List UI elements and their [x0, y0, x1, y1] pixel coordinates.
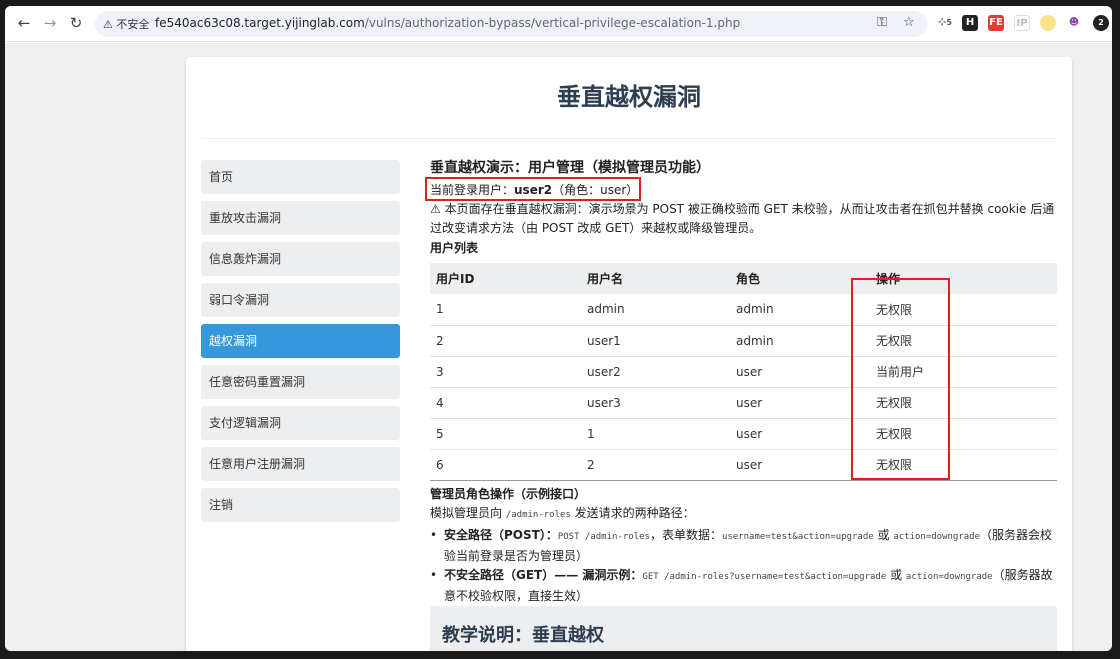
unsafe-path-item: • 不安全路径（GET）—— 漏洞示例：GET /admin-roles?user…	[430, 567, 1053, 603]
user-table: 用户ID 用户名 角色 操作 1 admin admin 无权限 2 user1 admi…	[430, 263, 1057, 481]
user-list-title: 用户列表	[430, 241, 479, 255]
highlight-current-user	[425, 177, 641, 201]
page-viewport: 垂直越权漏洞 首页 重放攻击漏洞 信息轰炸漏洞 弱口令漏洞 越权漏洞 任意密码重…	[5, 43, 1112, 651]
content-card: 垂直越权漏洞 首页 重放攻击漏洞 信息轰炸漏洞 弱口令漏洞 越权漏洞 任意密码重…	[186, 57, 1072, 651]
extension-cat-icon[interactable]: ☻	[1066, 15, 1082, 31]
extension-h-icon[interactable]: H	[962, 15, 978, 31]
back-icon[interactable]: ←	[13, 12, 35, 34]
sidebar-item-payment[interactable]: 支付逻辑漏洞	[201, 406, 400, 440]
browser-toolbar: ← → ↻ ⚠ 不安全 fe540ac63c08.target.yijingla…	[5, 6, 1112, 42]
table-row: 1 admin admin 无权限	[430, 294, 1057, 326]
insecure-indicator[interactable]: ⚠ 不安全	[103, 16, 149, 32]
extension-fe-icon[interactable]: FE	[988, 15, 1004, 31]
extension-circle-icon[interactable]	[1040, 15, 1056, 31]
extension-icon[interactable]: ⊹5	[937, 15, 953, 31]
profile-icon[interactable]: 2	[1093, 15, 1109, 31]
safe-path-item: • 安全路径（POST）：POST /admin-roles，表单数据：usern…	[430, 527, 1053, 563]
url-text[interactable]: fe540ac63c08.target.yijinglab.com/vulns/…	[155, 16, 740, 30]
main-content: 垂直越权演示：用户管理（模拟管理员功能） 当前登录用户：user2（角色：use…	[430, 157, 1058, 606]
bookmark-star-icon[interactable]: ☆	[903, 15, 915, 30]
vuln-warning: ⚠ 本页面存在垂直越权漏洞：演示场景为 POST 被正确校验而 GET 未校验，…	[430, 202, 1055, 235]
sidebar: 首页 重放攻击漏洞 信息轰炸漏洞 弱口令漏洞 越权漏洞 任意密码重置漏洞 支付逻…	[201, 160, 400, 529]
sidebar-item-register[interactable]: 任意用户注册漏洞	[201, 447, 400, 481]
table-row: 5 1 user 无权限	[430, 418, 1057, 450]
reload-icon[interactable]: ↻	[65, 12, 87, 34]
section-title: 垂直越权演示：用户管理（模拟管理员功能）	[430, 160, 710, 176]
sidebar-item-bombing[interactable]: 信息轰炸漏洞	[201, 242, 400, 276]
divider	[201, 138, 1057, 139]
forward-icon[interactable]: →	[39, 12, 61, 34]
teaching-note: 教学说明：垂直越权	[430, 606, 1057, 651]
password-key-icon[interactable]: ⚿	[877, 15, 887, 30]
sidebar-item-weak-password[interactable]: 弱口令漏洞	[201, 283, 400, 317]
col-header-role: 角色	[730, 263, 870, 294]
sidebar-item-logout[interactable]: 注销	[201, 488, 400, 522]
teaching-title: 教学说明：垂直越权	[442, 625, 604, 646]
admin-ops-desc: 模拟管理员向 /admin-roles 发送请求的两种路径：	[430, 505, 695, 520]
browser-window: ← → ↻ ⚠ 不安全 fe540ac63c08.target.yijingla…	[5, 6, 1112, 651]
table-row: 3 user2 user 当前用户	[430, 356, 1057, 388]
highlight-action-column	[851, 278, 950, 480]
sidebar-item-password-reset[interactable]: 任意密码重置漏洞	[201, 365, 400, 399]
table-row: 4 user3 user 无权限	[430, 387, 1057, 419]
col-header-username: 用户名	[581, 263, 730, 294]
sidebar-item-home[interactable]: 首页	[201, 160, 400, 194]
extension-ip-icon[interactable]: IP	[1014, 15, 1030, 31]
sidebar-item-privilege[interactable]: 越权漏洞	[201, 324, 400, 358]
col-header-id: 用户ID	[430, 263, 581, 294]
table-row: 2 user1 admin 无权限	[430, 325, 1057, 357]
page-title: 垂直越权漏洞	[557, 83, 701, 111]
sidebar-item-replay[interactable]: 重放攻击漏洞	[201, 201, 400, 235]
admin-ops-title: 管理员角色操作（示例接口）	[430, 486, 587, 501]
address-bar[interactable]: ⚠ 不安全 fe540ac63c08.target.yijinglab.com/…	[95, 11, 927, 37]
table-header-row: 用户ID 用户名 角色 操作	[430, 263, 1057, 294]
table-row: 6 2 user 无权限	[430, 449, 1057, 481]
